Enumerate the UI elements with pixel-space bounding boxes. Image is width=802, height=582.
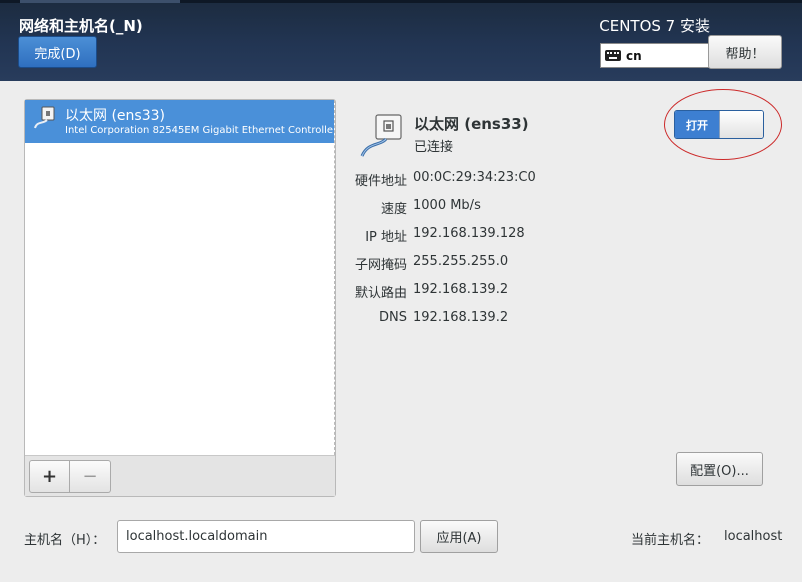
- hardware-address-label: 硬件地址: [354, 174, 407, 189]
- keyboard-layout-label: cn: [626, 48, 642, 63]
- device-list[interactable]: 以太网 (ens33) Intel Corporation 82545EM Gi…: [25, 100, 335, 455]
- hostname-input[interactable]: [117, 520, 415, 553]
- product-title: CENTOS 7 安装: [599, 17, 710, 35]
- configure-button[interactable]: 配置(O)...: [676, 452, 763, 486]
- speed-label: 速度: [380, 202, 407, 217]
- hostname-label: 主机名（H）：: [24, 533, 106, 548]
- page-title: 网络和主机名(_N): [19, 17, 143, 35]
- device-panel: 以太网 (ens33) Intel Corporation 82545EM Gi…: [24, 99, 336, 497]
- connection-status: 已连接: [414, 140, 454, 155]
- ethernet-port-icon: [360, 114, 402, 157]
- hardware-address-value: 00:0C:29:34:23:C0: [413, 170, 536, 185]
- keyboard-layout-indicator[interactable]: cn: [600, 43, 710, 68]
- device-toolbar: + −: [25, 455, 335, 496]
- detail-device-name: 以太网 (ens33): [414, 115, 529, 133]
- keyboard-icon: [605, 50, 621, 61]
- header-tabstrip: [0, 0, 802, 3]
- subnet-mask-value: 255.255.255.0: [413, 254, 509, 269]
- header-tab-segment: [20, 0, 180, 3]
- add-device-button[interactable]: +: [29, 460, 70, 493]
- header-bar: 网络和主机名(_N) 完成(D) CENTOS 7 安装 cn 帮助！: [0, 0, 802, 81]
- device-name: 以太网 (ens33): [65, 108, 165, 124]
- default-route-value: 192.168.139.2: [413, 282, 509, 297]
- connection-toggle[interactable]: 打开: [674, 110, 764, 139]
- device-description: Intel Corporation 82545EM Gigabit Ethern…: [65, 125, 335, 136]
- subnet-mask-label: 子网掩码: [354, 258, 407, 273]
- speed-value: 1000 Mb/s: [413, 198, 481, 213]
- dns-label: DNS: [379, 310, 407, 325]
- apply-hostname-button[interactable]: 应用(A): [420, 520, 498, 553]
- default-route-label: 默认路由: [354, 286, 407, 301]
- ethernet-cable-icon: [34, 106, 55, 129]
- current-hostname-value: localhost: [724, 529, 783, 544]
- ip-address-label: IP 地址: [365, 230, 407, 245]
- toggle-on-label: 打开: [675, 111, 719, 138]
- ip-address-value: 192.168.139.128: [413, 226, 525, 241]
- dns-value: 192.168.139.2: [413, 310, 509, 325]
- current-hostname-label: 当前主机名：: [631, 533, 710, 548]
- remove-device-button[interactable]: −: [70, 460, 111, 493]
- help-button[interactable]: 帮助！: [708, 35, 782, 69]
- device-item-ens33[interactable]: 以太网 (ens33) Intel Corporation 82545EM Gi…: [25, 100, 335, 143]
- done-button[interactable]: 完成(D): [18, 36, 97, 68]
- toggle-knob: [719, 111, 763, 138]
